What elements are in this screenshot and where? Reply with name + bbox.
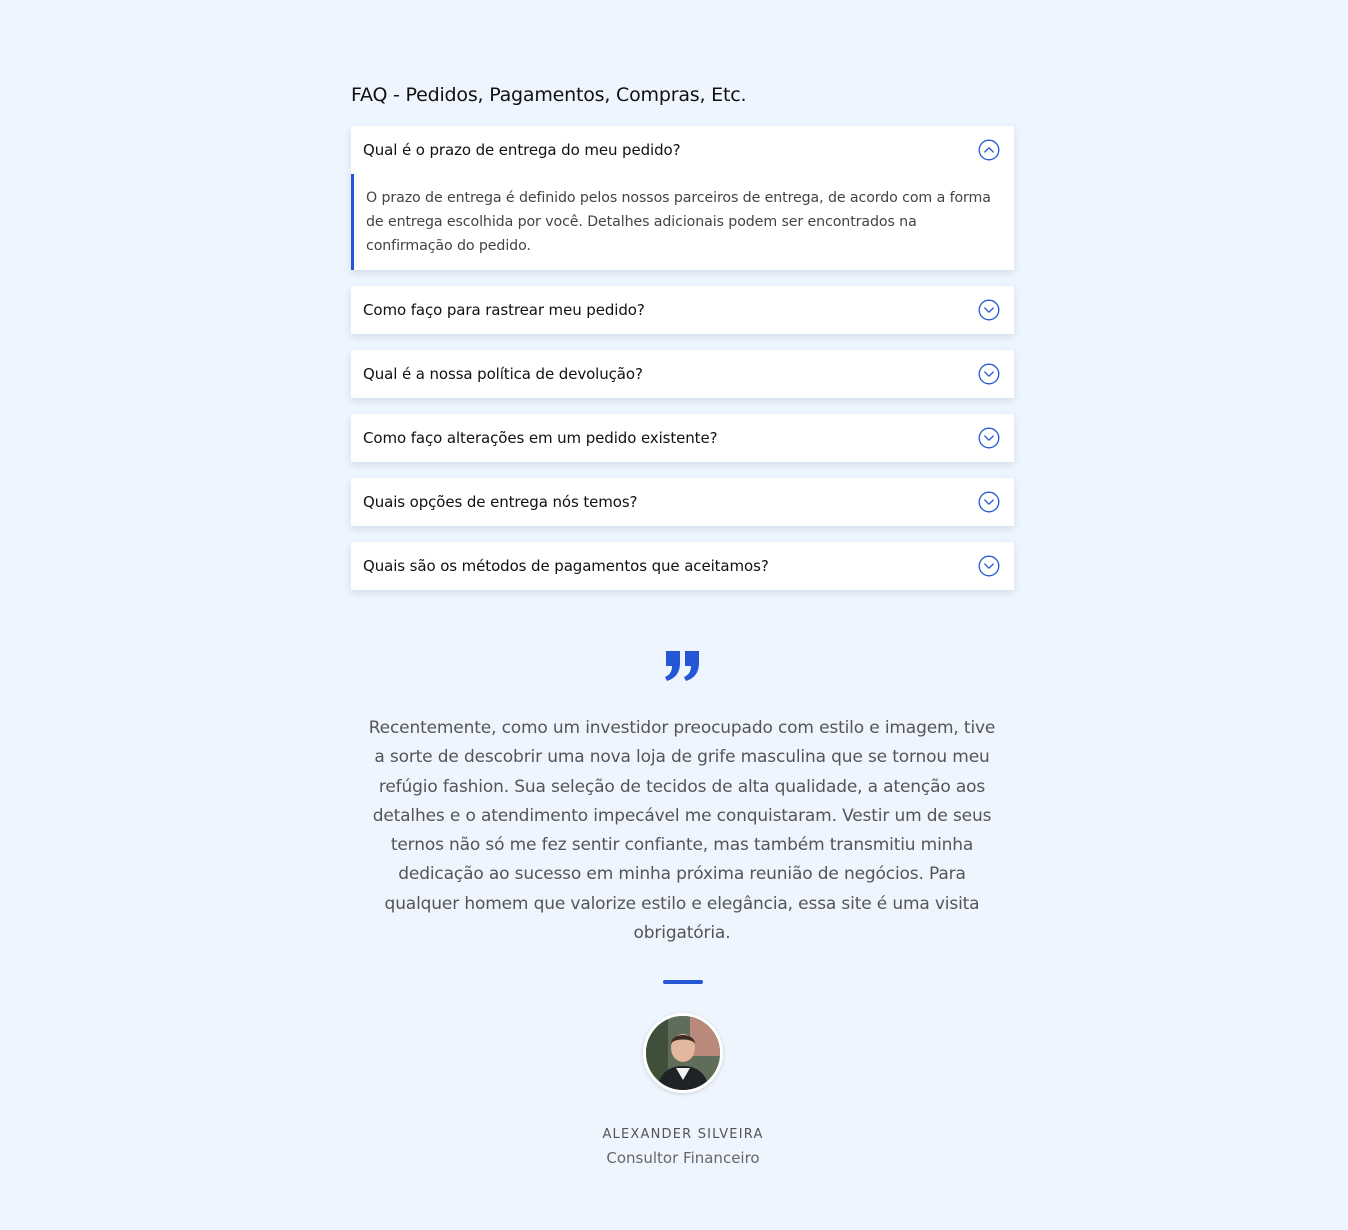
faq-question-button[interactable]: Quais são os métodos de pagamentos que a… (351, 542, 1014, 590)
faq-question-text: Quais são os métodos de pagamentos que a… (363, 557, 769, 575)
author-name: ALEXANDER SILVEIRA (602, 1127, 764, 1142)
author-role: Consultor Financeiro (606, 1149, 760, 1167)
chevron-down-icon[interactable] (978, 491, 1000, 513)
faq-question-text: Quais opções de entrega nós temos? (363, 493, 638, 511)
faq-item-opcoes-entrega: Quais opções de entrega nós temos? (351, 478, 1014, 526)
faq-question-button[interactable]: Como faço alterações em um pedido existe… (351, 414, 1014, 462)
faq-question-button[interactable]: Qual é a nossa política de devolução? (351, 350, 1014, 398)
faq-item-alteracoes: Como faço alterações em um pedido existe… (351, 414, 1014, 462)
chevron-down-icon[interactable] (978, 299, 1000, 321)
faq-question-text: Qual é o prazo de entrega do meu pedido? (363, 141, 681, 159)
faq-question-text: Como faço para rastrear meu pedido? (363, 301, 645, 319)
faq-item-rastrear: Como faço para rastrear meu pedido? (351, 286, 1014, 334)
testimonial-text: Recentemente, como um investidor preocup… (368, 718, 996, 944)
faq-question-button[interactable]: Quais opções de entrega nós temos? (351, 478, 1014, 526)
faq-question-text: Como faço alterações em um pedido existe… (363, 429, 718, 447)
faq-question-button[interactable]: Como faço para rastrear meu pedido? (351, 286, 1014, 334)
avatar (643, 1013, 723, 1093)
avatar-photo (646, 1016, 720, 1090)
chevron-up-icon[interactable] (978, 139, 1000, 161)
chevron-down-icon[interactable] (978, 363, 1000, 385)
faq-question-button[interactable]: Qual é o prazo de entrega do meu pedido? (351, 126, 1014, 174)
faq-item-pagamentos: Quais são os métodos de pagamentos que a… (351, 542, 1014, 590)
faq-question-text: Qual é a nossa política de devolução? (363, 365, 643, 383)
faq-item-devolucao: Qual é a nossa política de devolução? (351, 350, 1014, 398)
faq-answer: O prazo de entrega é definido pelos noss… (351, 174, 1014, 270)
chevron-down-icon[interactable] (978, 555, 1000, 577)
divider (663, 980, 703, 984)
chevron-down-icon[interactable] (978, 427, 1000, 449)
faq-title: FAQ - Pedidos, Pagamentos, Compras, Etc. (351, 84, 747, 106)
quote-icon (665, 651, 699, 681)
faq-list: Qual é o prazo de entrega do meu pedido?… (351, 126, 1014, 606)
faq-item-prazo-entrega: Qual é o prazo de entrega do meu pedido?… (351, 126, 1014, 270)
